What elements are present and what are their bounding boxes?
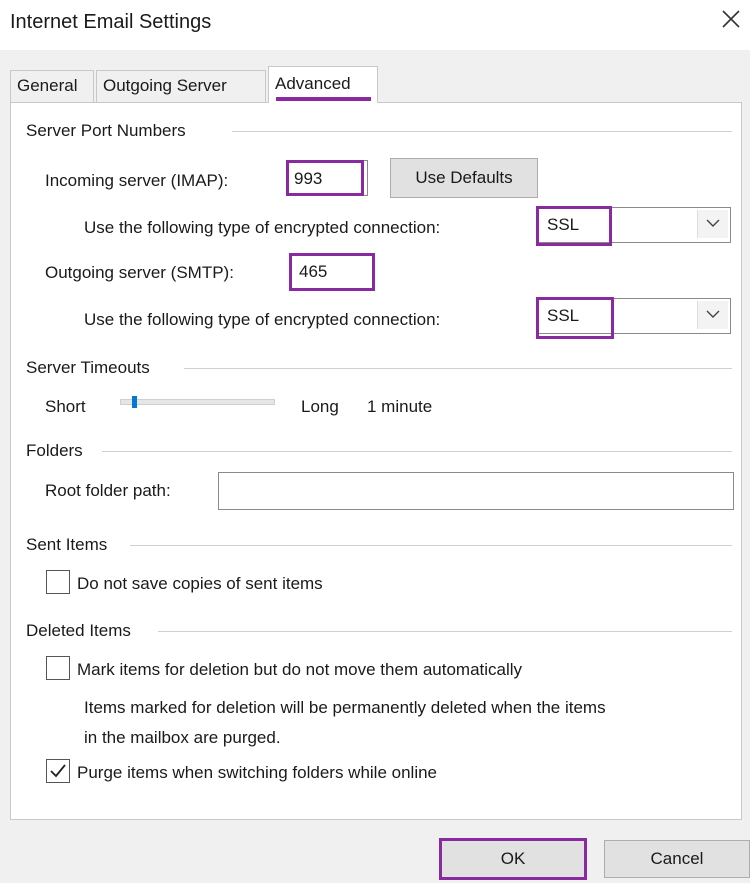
tab-general[interactable]: General (10, 70, 94, 102)
incoming-server-label: Incoming server (IMAP): (45, 171, 229, 190)
chevron-down-icon[interactable] (697, 210, 728, 238)
mark-for-deletion-label: Mark items for deletion but do not move … (77, 660, 523, 679)
outgoing-port-value: 465 (299, 262, 328, 281)
root-folder-label: Root folder path: (45, 481, 171, 500)
group-label-sent-items: Sent Items (26, 534, 114, 556)
window-title: Internet Email Settings (10, 11, 212, 33)
tab-outgoing-server[interactable]: Outgoing Server (96, 70, 266, 102)
checkmark-icon (50, 764, 66, 778)
do-not-save-sent-label: Do not save copies of sent items (77, 574, 323, 593)
use-defaults-button[interactable]: Use Defaults (390, 158, 538, 198)
outgoing-encryption-label: Use the following type of encrypted conn… (84, 310, 441, 329)
outgoing-encryption-highlight (536, 297, 614, 339)
timeout-slider[interactable] (120, 399, 275, 405)
timeout-slider-thumb[interactable] (132, 396, 137, 408)
root-folder-input[interactable] (218, 472, 734, 510)
close-icon[interactable] (718, 6, 744, 32)
group-divider (184, 368, 732, 369)
ok-button-highlight (439, 838, 587, 880)
group-divider (232, 131, 732, 132)
timeout-long-label: Long (301, 397, 339, 416)
incoming-port-value: 993 (294, 169, 323, 188)
group-divider (130, 545, 732, 546)
group-divider (102, 451, 732, 452)
purge-items-label: Purge items when switching folders while… (77, 763, 438, 782)
mark-for-deletion-checkbox[interactable] (46, 656, 70, 680)
outgoing-server-label: Outgoing server (SMTP): (45, 263, 234, 282)
group-label-server-timeouts: Server Timeouts (26, 357, 156, 379)
deletion-note-line2: in the mailbox are purged. (84, 728, 281, 747)
group-label-deleted-items: Deleted Items (26, 620, 137, 642)
incoming-encryption-label: Use the following type of encrypted conn… (84, 218, 441, 237)
timeout-value: 1 minute (367, 397, 433, 416)
group-label-folders: Folders (26, 440, 89, 462)
deletion-note-line1: Items marked for deletion will be perman… (84, 698, 606, 717)
purge-items-checkbox[interactable] (46, 759, 70, 783)
cancel-button[interactable]: Cancel (604, 840, 750, 878)
chevron-down-icon[interactable] (697, 301, 728, 329)
incoming-encryption-highlight (536, 206, 612, 246)
active-tab-highlight (276, 97, 371, 101)
timeout-short-label: Short (45, 397, 86, 416)
group-label-server-ports: Server Port Numbers (26, 120, 192, 142)
group-divider (158, 631, 732, 632)
do-not-save-sent-checkbox[interactable] (46, 570, 70, 594)
